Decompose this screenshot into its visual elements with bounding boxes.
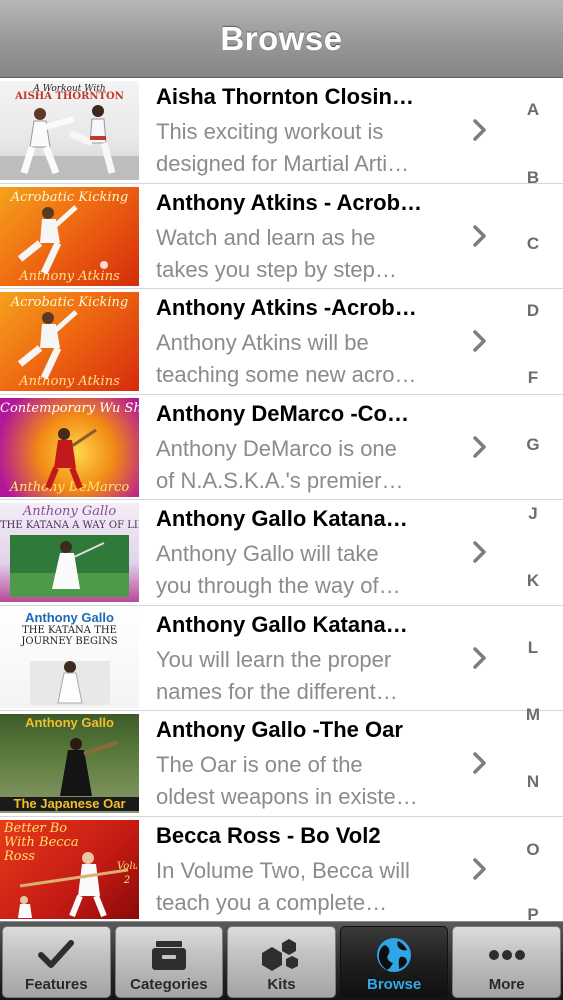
item-title: Anthony DeMarco -Co… bbox=[156, 400, 409, 426]
tab-bar: Features Categories Kits Browse More bbox=[0, 921, 563, 1000]
item-description: Anthony Atkins will be teaching some new… bbox=[156, 327, 456, 391]
tab-browse[interactable]: Browse bbox=[339, 926, 449, 998]
item-description-line: Watch and learn as he bbox=[156, 224, 376, 250]
index-letter[interactable]: O bbox=[503, 840, 563, 860]
item-description-line: This exciting workout is bbox=[156, 119, 384, 144]
cover-thumbnail: Anthony Gallo The Japanese Oar bbox=[0, 714, 139, 813]
item-title: Anthony Atkins - Acrob… bbox=[156, 189, 423, 215]
checkmark-icon bbox=[38, 940, 75, 968]
list-item[interactable]: Acrobatic Kicking Anthony Atkins Anthony… bbox=[0, 289, 563, 395]
cover-thumbnail: Anthony Gallo THE KATANA A WAY OF LIFE bbox=[0, 503, 139, 602]
item-description-line: Anthony DeMarco is one bbox=[156, 435, 397, 461]
index-letter[interactable]: K bbox=[503, 571, 563, 591]
item-title: Becca Ross - Bo Vol2 bbox=[156, 822, 381, 848]
item-description-line: oldest weapons in existe… bbox=[156, 784, 418, 809]
item-description-line: teach you a complete… bbox=[156, 889, 388, 915]
index-letter[interactable]: A bbox=[503, 100, 563, 120]
more-dots-icon bbox=[488, 950, 525, 960]
chevron-right-icon bbox=[473, 330, 486, 352]
chevron-right-icon bbox=[473, 752, 486, 774]
cover-thumbnail: A Workout With AISHA THORNTON bbox=[0, 81, 139, 180]
item-title: Anthony Gallo -The Oar bbox=[156, 717, 403, 742]
cover-thumbnail: Acrobatic Kicking Anthony Atkins bbox=[0, 292, 139, 391]
tab-label: Browse bbox=[366, 976, 422, 993]
index-letter[interactable]: L bbox=[503, 638, 563, 658]
chevron-right-icon bbox=[473, 119, 486, 141]
list-item[interactable]: Anthony Gallo The Japanese Oar Anthony G… bbox=[0, 711, 563, 817]
globe-icon bbox=[377, 938, 412, 972]
chevron-right-icon bbox=[473, 435, 486, 458]
index-letter[interactable]: F bbox=[503, 368, 563, 388]
cover-thumbnail: Better Bo With Becca Ross Volume 2 bbox=[0, 819, 139, 919]
item-description: You will learn the proper names for the … bbox=[156, 644, 456, 708]
index-letter[interactable]: B bbox=[503, 168, 563, 188]
tab-features[interactable]: Features bbox=[2, 926, 111, 998]
item-description: In Volume Two, Becca will teach you a co… bbox=[156, 855, 456, 919]
chevron-right-icon bbox=[473, 646, 486, 669]
index-letter[interactable]: J bbox=[503, 504, 563, 524]
item-description: The Oar is one of the oldest weapons in … bbox=[156, 749, 456, 813]
item-description-line: designed for Martial Arti… bbox=[156, 151, 410, 176]
index-letter[interactable]: C bbox=[503, 234, 563, 254]
item-description: This exciting workout is designed for Ma… bbox=[156, 116, 456, 180]
item-description-line: Anthony Atkins will be bbox=[156, 330, 369, 355]
item-description-line: Anthony Gallo will take bbox=[156, 541, 379, 566]
index-letter[interactable]: G bbox=[503, 435, 563, 455]
item-description-line: names for the different… bbox=[156, 678, 398, 704]
tab-label: Features bbox=[25, 976, 88, 993]
tab-label: Kits bbox=[267, 976, 296, 993]
page-title: Browse bbox=[220, 19, 343, 57]
cover-thumbnail: Acrobatic Kicking Anthony Atkins bbox=[0, 186, 139, 286]
item-description: Anthony Gallo will take you through the … bbox=[156, 538, 456, 602]
chevron-right-icon bbox=[473, 857, 486, 880]
index-letter[interactable]: D bbox=[503, 301, 563, 321]
navigation-bar: Browse bbox=[0, 0, 563, 78]
item-description-line: takes you step by step… bbox=[156, 256, 397, 282]
item-description: Watch and learn as he takes you step by … bbox=[156, 222, 456, 286]
chevron-right-icon bbox=[473, 541, 486, 563]
section-index[interactable]: A B C D F G J K L M N O P bbox=[503, 78, 563, 924]
drawer-icon bbox=[151, 941, 186, 970]
index-letter[interactable]: N bbox=[503, 772, 563, 792]
item-description-line: of N.A.S.K.A.'s premier… bbox=[156, 467, 404, 493]
list-item[interactable]: Anthony Gallo THE KATANA THE JOURNEY BEG… bbox=[0, 606, 563, 711]
list-item[interactable]: Anthony Gallo THE KATANA A WAY OF LIFE A… bbox=[0, 500, 563, 606]
item-description-line: You will learn the proper bbox=[156, 646, 392, 672]
video-list[interactable]: A Workout With AISHA THORNTON Aisha Thor… bbox=[0, 78, 563, 921]
item-title: Anthony Atkins -Acrob… bbox=[156, 295, 417, 320]
item-description: Anthony DeMarco is one of N.A.S.K.A.'s p… bbox=[156, 433, 456, 497]
tab-label: Categories bbox=[130, 976, 208, 993]
item-description-line: In Volume Two, Becca will bbox=[156, 857, 410, 883]
item-title: Anthony Gallo Katana… bbox=[156, 611, 408, 637]
cover-thumbnail: Anthony Gallo THE KATANA THE JOURNEY BEG… bbox=[0, 608, 139, 708]
item-description-line: The Oar is one of the bbox=[156, 752, 363, 777]
list-item[interactable]: Acrobatic Kicking Anthony Atkins Anthony… bbox=[0, 184, 563, 289]
list-item[interactable]: Contemporary Wu Shu Anthony DeMarco Anth… bbox=[0, 395, 563, 500]
cover-thumbnail: Contemporary Wu Shu Anthony DeMarco bbox=[0, 397, 139, 497]
item-description-line: teaching some new acro… bbox=[156, 362, 417, 387]
tab-more[interactable]: More bbox=[452, 926, 561, 998]
chevron-right-icon bbox=[473, 224, 486, 247]
boxes-icon bbox=[262, 939, 299, 971]
list-item[interactable]: Better Bo With Becca Ross Volume 2 Becca… bbox=[0, 817, 563, 922]
tab-label: More bbox=[488, 976, 525, 993]
item-title: Anthony Gallo Katana… bbox=[156, 506, 408, 531]
tab-categories[interactable]: Categories bbox=[114, 926, 224, 998]
index-letter[interactable]: M bbox=[503, 705, 563, 725]
list-item[interactable]: A Workout With AISHA THORNTON Aisha Thor… bbox=[0, 78, 563, 184]
item-title: Aisha Thornton Closin… bbox=[156, 84, 414, 109]
item-description-line: you through the way of… bbox=[156, 573, 401, 598]
tab-kits[interactable]: Kits bbox=[227, 926, 336, 998]
